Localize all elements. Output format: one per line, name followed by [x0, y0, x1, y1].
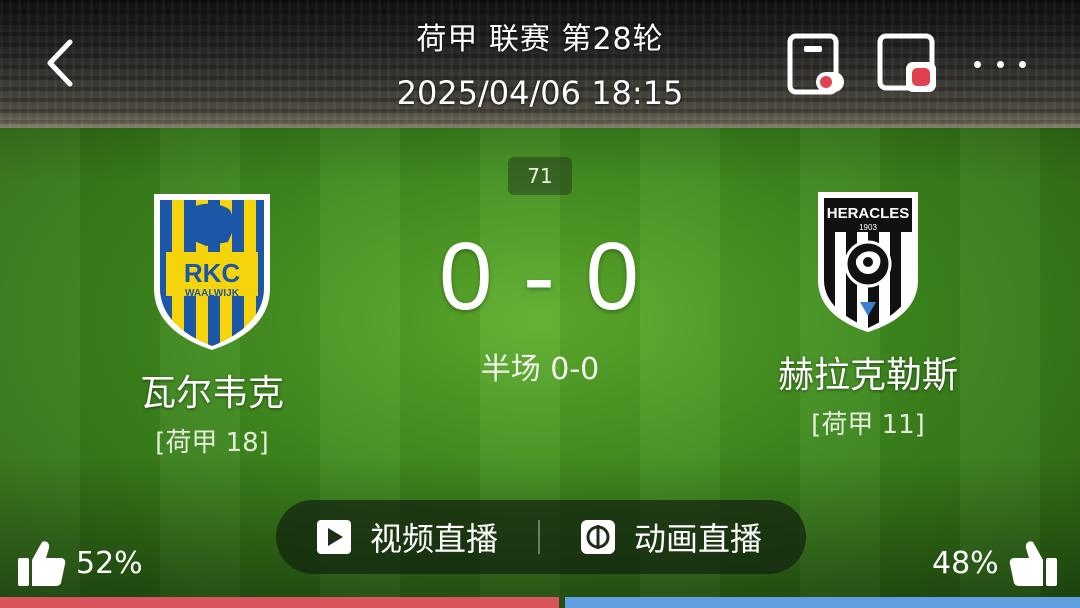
away-team[interactable]: HERACLES 1903 赫拉克勒斯 [荷甲 11]	[718, 190, 1018, 441]
thumbs-up-icon	[1009, 541, 1057, 586]
rkc-waalwijk-crest-icon: RKC WAALWIJK	[154, 194, 270, 350]
animation-live-button[interactable]: 动画直播	[540, 500, 802, 574]
video-live-label: 视频直播	[369, 520, 498, 558]
support-ratio-bar	[0, 597, 1080, 608]
more-dot	[996, 60, 1004, 68]
home-support-button[interactable]: 52%	[16, 538, 143, 588]
more-button[interactable]	[968, 46, 1032, 82]
home-team-name: 瓦尔韦克	[139, 373, 284, 414]
animation-live-label: 动画直播	[633, 520, 762, 558]
thumbs-up-icon	[18, 541, 66, 586]
match-minute-badge: 71	[508, 157, 572, 195]
more-dot	[974, 60, 981, 68]
home-team-rank: [荷甲 18]	[155, 428, 269, 458]
floating-window-icon	[877, 33, 936, 92]
floating-window-button[interactable]	[876, 32, 940, 96]
back-button[interactable]	[40, 36, 84, 90]
halftime-score: 半场 0-0	[480, 352, 600, 387]
more-dot	[1019, 60, 1026, 68]
away-team-rank: [荷甲 11]	[811, 410, 925, 440]
home-support-percent: 52%	[76, 545, 143, 581]
match-screen: 荷甲 联赛 第28轮 2025/04/06 18:15 71 RKC WAALW…	[0, 0, 1080, 608]
chevron-left-icon	[47, 39, 73, 87]
scoreline: 0 - 0	[438, 223, 642, 330]
away-support-fill	[565, 597, 1080, 608]
home-crest-subtext: WAALWIJK	[185, 288, 240, 299]
away-crest-text: HERACLES	[827, 205, 910, 222]
animation-live-icon	[580, 520, 615, 554]
video-live-button[interactable]: 视频直播	[276, 500, 538, 574]
picture-in-picture-icon	[787, 33, 844, 95]
competition-title: 荷甲 联赛 第28轮	[416, 22, 664, 57]
live-options-bar: 视频直播 动画直播	[276, 500, 806, 574]
home-team[interactable]: RKC WAALWIJK 瓦尔韦克 [荷甲 18]	[62, 190, 362, 459]
heracles-crest-icon: HERACLES 1903	[818, 192, 918, 332]
away-team-name: 赫拉克勒斯	[777, 355, 958, 396]
away-crest-year: 1903	[859, 223, 877, 232]
play-icon	[316, 520, 351, 554]
home-crest-text: RKC	[184, 258, 241, 288]
away-support-button[interactable]: 48%	[932, 538, 1059, 588]
away-support-percent: 48%	[932, 545, 999, 581]
pip-button[interactable]	[784, 32, 848, 96]
home-support-fill	[0, 597, 559, 608]
match-datetime: 2025/04/06 18:15	[396, 74, 684, 112]
